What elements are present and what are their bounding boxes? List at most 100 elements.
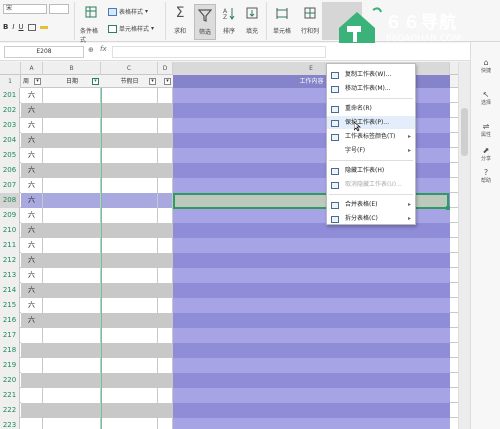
cell-work-content[interactable]	[173, 253, 450, 268]
cell-week[interactable]: 六	[21, 88, 43, 103]
menu-item[interactable]: 隐藏工作表(H)	[327, 164, 415, 177]
cell-date[interactable]	[43, 253, 101, 268]
table-row[interactable]: 221	[0, 388, 458, 403]
sort-button[interactable]: AZ 排序	[219, 6, 239, 35]
italic-icon[interactable]: I	[12, 23, 14, 31]
cell-d[interactable]	[158, 163, 173, 178]
cell-work-content[interactable]	[173, 268, 450, 283]
filter-active-icon[interactable]: ▾	[92, 78, 99, 85]
row-number[interactable]: 208	[0, 193, 20, 208]
cell-d[interactable]	[158, 148, 173, 163]
table-row[interactable]: 219	[0, 358, 458, 373]
vertical-scrollbar[interactable]	[458, 62, 470, 429]
underline-icon[interactable]: U	[18, 23, 23, 31]
cell-week[interactable]: 六	[21, 118, 43, 133]
row-number[interactable]: 218	[0, 343, 20, 358]
bold-icon[interactable]: B	[3, 23, 8, 31]
table-style-button[interactable]: 表格样式 ▾	[108, 7, 148, 16]
cell-week[interactable]: 六	[21, 163, 43, 178]
cell-date[interactable]	[43, 343, 101, 358]
fx-icon[interactable]: fx	[100, 45, 107, 53]
cell-week[interactable]: 六	[21, 253, 43, 268]
cell-holiday[interactable]	[101, 343, 158, 358]
cell-date[interactable]	[43, 178, 101, 193]
cell-d[interactable]	[158, 208, 173, 223]
cell-work-content[interactable]	[173, 403, 450, 418]
formula-input[interactable]	[112, 46, 326, 58]
column-header-b[interactable]: B	[43, 62, 101, 75]
cell-week[interactable]	[21, 373, 43, 388]
table-row[interactable]: 210 六	[0, 223, 458, 238]
cell-d[interactable]	[158, 328, 173, 343]
cell-holiday[interactable]	[101, 118, 158, 133]
cell-holiday[interactable]	[101, 223, 158, 238]
row-number[interactable]: 212	[0, 253, 20, 268]
cell-date[interactable]	[43, 103, 101, 118]
cell-holiday[interactable]	[101, 403, 158, 418]
cell-holiday[interactable]	[101, 103, 158, 118]
row-number[interactable]: 223	[0, 418, 20, 429]
zoom-icon[interactable]: ⊕	[88, 46, 94, 54]
cell-date[interactable]	[43, 373, 101, 388]
cell-d[interactable]	[158, 253, 173, 268]
table-row[interactable]: 223	[0, 418, 458, 429]
pane-share-button[interactable]: ⬈ 分享	[471, 146, 500, 162]
cell-d[interactable]	[158, 238, 173, 253]
cell-d[interactable]	[158, 193, 173, 208]
row-number[interactable]: 216	[0, 313, 20, 328]
cell-work-content[interactable]	[173, 328, 450, 343]
table-row[interactable]: 222	[0, 403, 458, 418]
row-number[interactable]: 202	[0, 103, 20, 118]
cell-holiday[interactable]	[101, 358, 158, 373]
scrollbar-thumb[interactable]	[461, 108, 468, 156]
pane-select-button[interactable]: ↖ 选择	[471, 90, 500, 106]
cell-date[interactable]	[43, 193, 101, 208]
pane-help-button[interactable]: ? 帮助	[471, 168, 500, 184]
cell-work-content[interactable]	[173, 298, 450, 313]
cell-week[interactable]: 六	[21, 238, 43, 253]
cell-d[interactable]	[158, 403, 173, 418]
row-number[interactable]: 205	[0, 148, 20, 163]
table-row[interactable]: 211 六	[0, 238, 458, 253]
filter-dropdown-icon[interactable]: ▾	[164, 78, 171, 85]
row-number[interactable]: 221	[0, 388, 20, 403]
row-number[interactable]: 1	[0, 75, 21, 88]
cell-week[interactable]	[21, 388, 43, 403]
cell-week[interactable]	[21, 418, 43, 429]
cell-d[interactable]	[158, 283, 173, 298]
cell-date[interactable]	[43, 133, 101, 148]
filter-dropdown-icon[interactable]: ▾	[149, 78, 156, 85]
cell-d[interactable]	[158, 418, 173, 429]
table-row[interactable]: 212 六	[0, 253, 458, 268]
cell-date[interactable]	[43, 268, 101, 283]
cell-holiday[interactable]	[101, 268, 158, 283]
cell-date[interactable]	[43, 358, 101, 373]
cell-week[interactable]: 六	[21, 313, 43, 328]
cell-date[interactable]	[43, 88, 101, 103]
table-row[interactable]: 220	[0, 373, 458, 388]
cell-week[interactable]	[21, 328, 43, 343]
cell-work-content[interactable]	[173, 223, 450, 238]
cell-work-content[interactable]	[173, 373, 450, 388]
row-number[interactable]: 204	[0, 133, 20, 148]
row-number[interactable]: 214	[0, 283, 20, 298]
cell-work-content[interactable]	[173, 418, 450, 429]
menu-item[interactable]: 取消隐藏工作表(U)...	[327, 178, 415, 191]
fill-button[interactable]: 填充	[242, 6, 262, 35]
sum-button[interactable]: Σ 求和	[170, 6, 190, 35]
font-size-select[interactable]	[49, 4, 69, 14]
cell-work-content[interactable]	[173, 313, 450, 328]
cell-date[interactable]	[43, 298, 101, 313]
row-number[interactable]: 209	[0, 208, 20, 223]
cell-date[interactable]	[43, 148, 101, 163]
cell-date[interactable]	[43, 313, 101, 328]
font-name-select[interactable]: 宋	[3, 4, 47, 14]
table-row[interactable]: 213 六	[0, 268, 458, 283]
table-row[interactable]: 215 六	[0, 298, 458, 313]
table-row[interactable]: 218	[0, 343, 458, 358]
cell-week[interactable]: 六	[21, 298, 43, 313]
cell-holiday[interactable]	[101, 328, 158, 343]
cell-holiday[interactable]	[101, 133, 158, 148]
cell-holiday[interactable]	[101, 373, 158, 388]
column-header-a[interactable]: A	[21, 62, 43, 75]
